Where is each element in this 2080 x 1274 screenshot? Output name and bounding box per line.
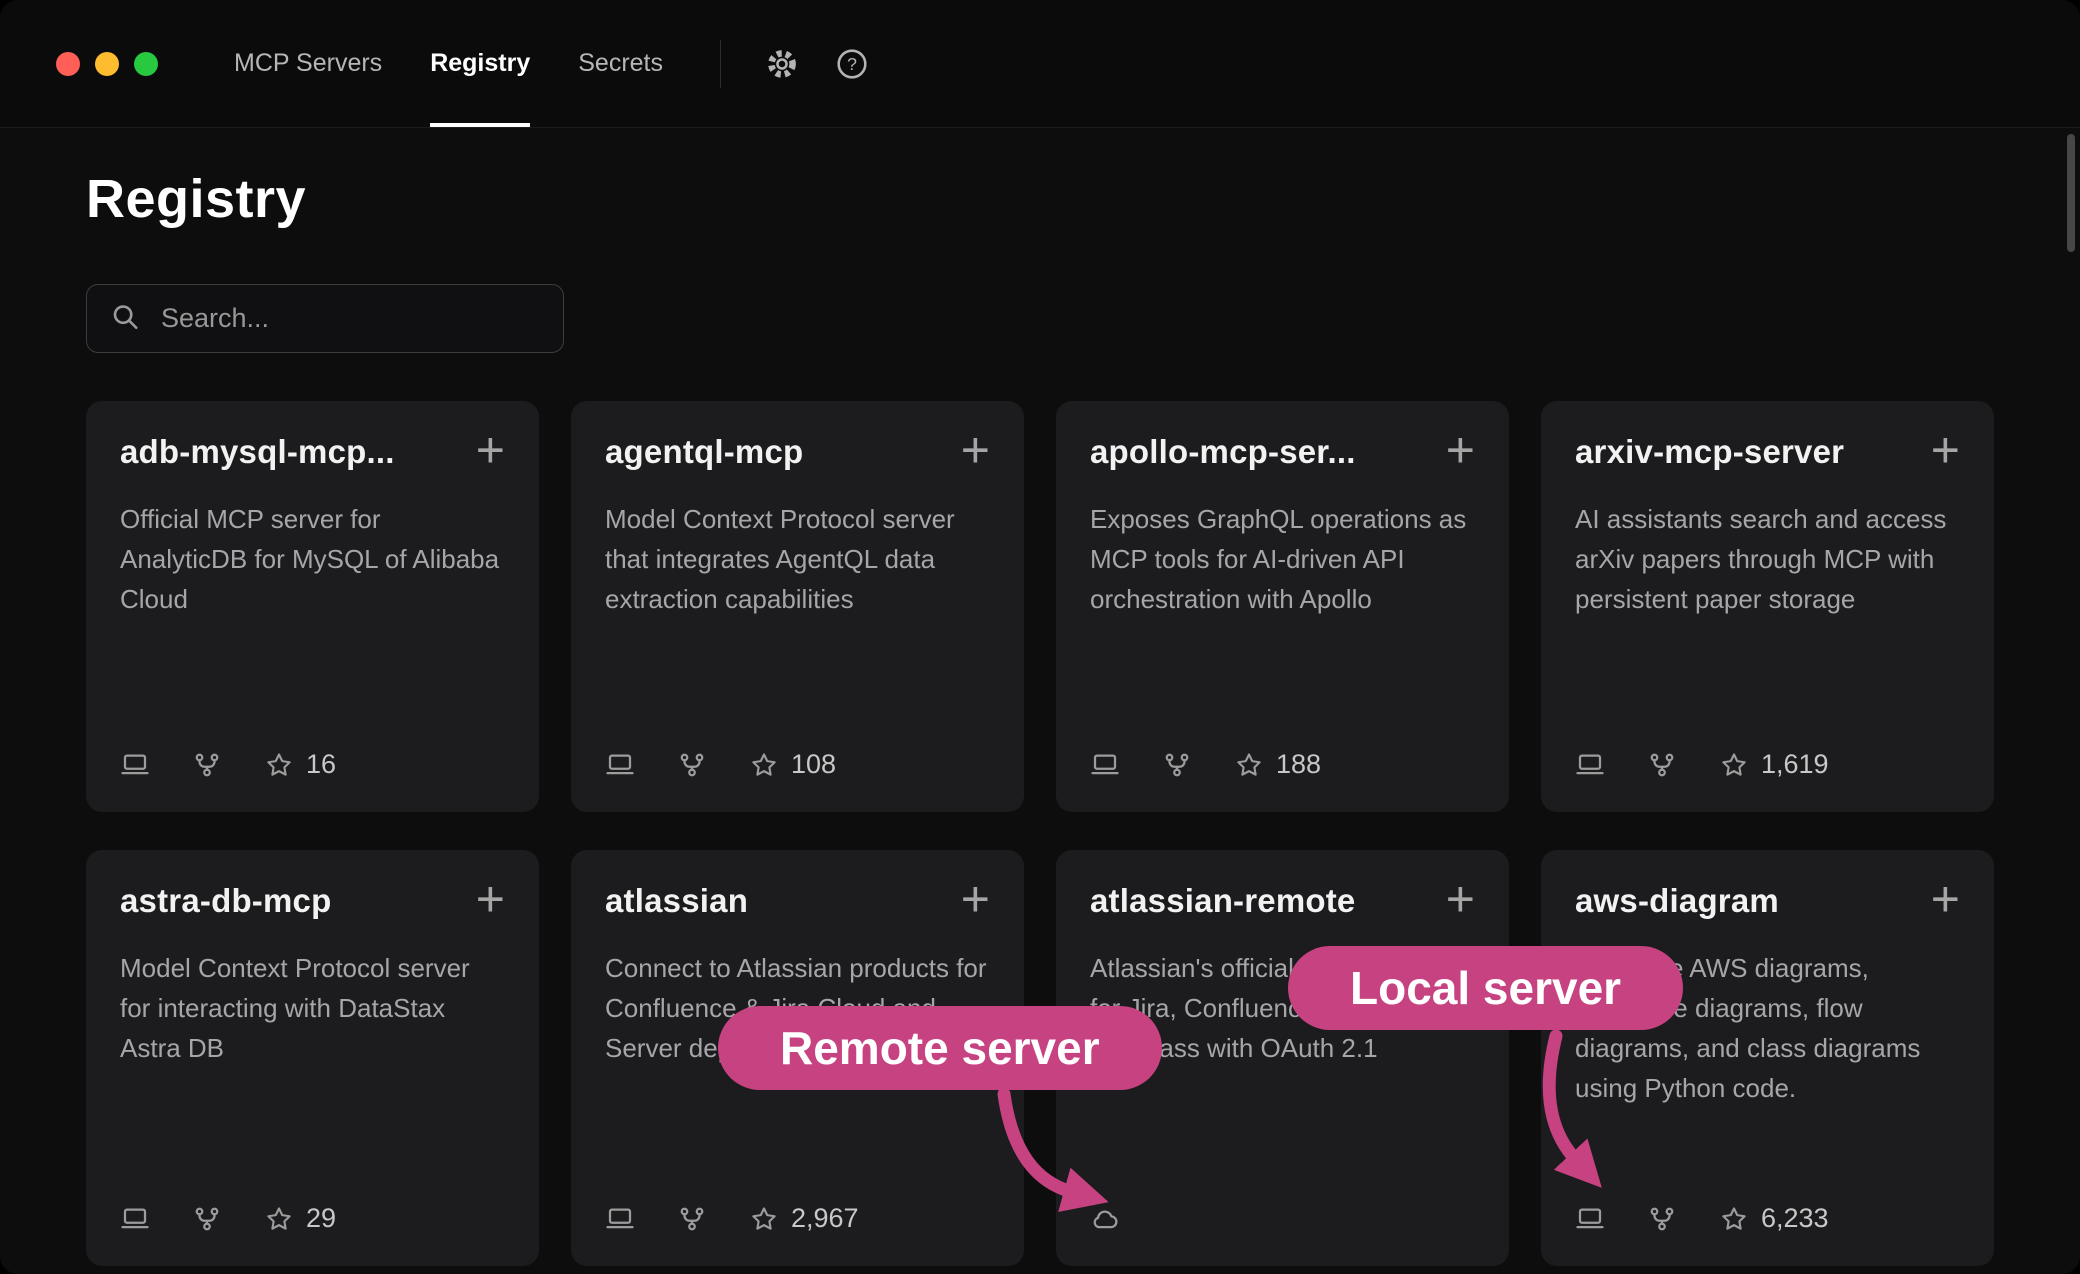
zoom-window-button[interactable] (134, 52, 158, 76)
add-server-button[interactable]: + (1446, 433, 1475, 467)
star-icon (749, 750, 779, 780)
star-icon (1719, 1204, 1749, 1234)
github-fork-icon (1647, 750, 1677, 780)
github-fork-icon (677, 750, 707, 780)
card-footer: 1,619 (1575, 749, 1960, 780)
star-icon (1234, 750, 1264, 780)
server-card-astra-db-mcp: astra-db-mcp + Model Context Protocol se… (86, 850, 539, 1266)
star-icon (1719, 750, 1749, 780)
server-description: Model Context Protocol server for intera… (120, 948, 505, 1068)
star-count: 29 (306, 1203, 336, 1234)
server-name: apollo-mcp-ser... (1090, 433, 1356, 471)
server-name: astra-db-mcp (120, 882, 331, 920)
card-footer: 16 (120, 749, 505, 780)
local-server-icon (605, 750, 635, 780)
github-fork-icon (677, 1204, 707, 1234)
card-footer: 2,967 (605, 1203, 990, 1234)
github-fork-icon (1647, 1204, 1677, 1234)
star-count-group: 29 (264, 1203, 336, 1234)
server-description: Official MCP server for AnalyticDB for M… (120, 499, 505, 619)
tab-mcp-servers[interactable]: MCP Servers (234, 0, 382, 127)
local-server-icon (120, 1204, 150, 1234)
server-card-aws-diagram: aws-diagram + Generate AWS diagrams, seq… (1541, 850, 1994, 1266)
add-server-button[interactable]: + (1931, 433, 1960, 467)
star-count-group: 6,233 (1719, 1203, 1829, 1234)
card-footer (1090, 1204, 1475, 1234)
server-card-atlassian-remote: atlassian-remote + Atlassian's official … (1056, 850, 1509, 1266)
server-name: aws-diagram (1575, 882, 1779, 920)
local-server-icon (1575, 1204, 1605, 1234)
local-server-icon (605, 1204, 635, 1234)
server-card-arxiv-mcp-server: arxiv-mcp-server + AI assistants search … (1541, 401, 1994, 812)
server-name: adb-mysql-mcp... (120, 433, 395, 471)
cloud-remote-server-icon (1090, 1204, 1120, 1234)
server-description: AI assistants search and access arXiv pa… (1575, 499, 1960, 619)
local-server-icon (1090, 750, 1120, 780)
server-name: agentql-mcp (605, 433, 803, 471)
star-count: 2,967 (791, 1203, 859, 1234)
github-fork-icon (1162, 750, 1192, 780)
window-titlebar: MCP Servers Registry Secrets ? (0, 0, 2080, 128)
server-description: Model Context Protocol server that integ… (605, 499, 990, 619)
card-footer: 29 (120, 1203, 505, 1234)
minimize-window-button[interactable] (95, 52, 119, 76)
github-fork-icon (192, 750, 222, 780)
star-count-group: 108 (749, 749, 836, 780)
star-count: 1,619 (1761, 749, 1829, 780)
local-server-icon (1575, 750, 1605, 780)
server-card-agentql-mcp: agentql-mcp + Model Context Protocol ser… (571, 401, 1024, 812)
search-icon (110, 301, 140, 336)
nav-divider (720, 40, 721, 88)
svg-text:?: ? (847, 53, 857, 73)
card-footer: 188 (1090, 749, 1475, 780)
server-card-adb-mysql-mcp: adb-mysql-mcp... + Official MCP server f… (86, 401, 539, 812)
settings-gear-icon[interactable] (765, 47, 799, 81)
card-footer: 108 (605, 749, 990, 780)
server-description: Connect to Atlassian products for Conflu… (605, 948, 990, 1068)
add-server-button[interactable]: + (961, 882, 990, 916)
star-count-group: 16 (264, 749, 336, 780)
local-server-icon (120, 750, 150, 780)
star-count: 108 (791, 749, 836, 780)
add-server-button[interactable]: + (1446, 882, 1475, 916)
page-title: Registry (86, 168, 1994, 230)
server-description: Exposes GraphQL operations as MCP tools … (1090, 499, 1475, 619)
star-count: 6,233 (1761, 1203, 1829, 1234)
app-window: MCP Servers Registry Secrets ? Registry (0, 0, 2080, 1274)
server-card-atlassian: atlassian + Connect to Atlassian product… (571, 850, 1024, 1266)
scrollbar-thumb[interactable] (2067, 134, 2075, 252)
github-fork-icon (192, 1204, 222, 1234)
server-name: atlassian (605, 882, 748, 920)
star-count: 16 (306, 749, 336, 780)
tab-registry[interactable]: Registry (430, 0, 530, 127)
star-count-group: 2,967 (749, 1203, 859, 1234)
tab-secrets[interactable]: Secrets (578, 0, 663, 127)
star-icon (264, 1204, 294, 1234)
server-description: Generate AWS diagrams, sequence diagrams… (1575, 948, 1960, 1108)
add-server-button[interactable]: + (961, 433, 990, 467)
add-server-button[interactable]: + (476, 433, 505, 467)
star-count: 188 (1276, 749, 1321, 780)
star-count-group: 1,619 (1719, 749, 1829, 780)
star-icon (749, 1204, 779, 1234)
add-server-button[interactable]: + (476, 882, 505, 916)
server-name: atlassian-remote (1090, 882, 1355, 920)
topbar-actions: ? (765, 0, 869, 127)
search-input[interactable] (86, 284, 564, 353)
server-name: arxiv-mcp-server (1575, 433, 1844, 471)
server-description: Atlassian's official MCP server for Jira… (1090, 948, 1475, 1068)
server-card-grid: adb-mysql-mcp... + Official MCP server f… (86, 401, 1994, 1266)
star-count-group: 188 (1234, 749, 1321, 780)
star-icon (264, 750, 294, 780)
card-footer: 6,233 (1575, 1203, 1960, 1234)
add-server-button[interactable]: + (1931, 882, 1960, 916)
search-box (86, 284, 564, 353)
main-nav: MCP Servers Registry Secrets (234, 0, 663, 127)
help-icon[interactable]: ? (835, 47, 869, 81)
server-card-apollo-mcp-server: apollo-mcp-ser... + Exposes GraphQL oper… (1056, 401, 1509, 812)
traffic-lights (0, 0, 158, 127)
close-window-button[interactable] (56, 52, 80, 76)
registry-page: Registry adb-mysql-mcp... + Official MCP… (0, 168, 2080, 1266)
